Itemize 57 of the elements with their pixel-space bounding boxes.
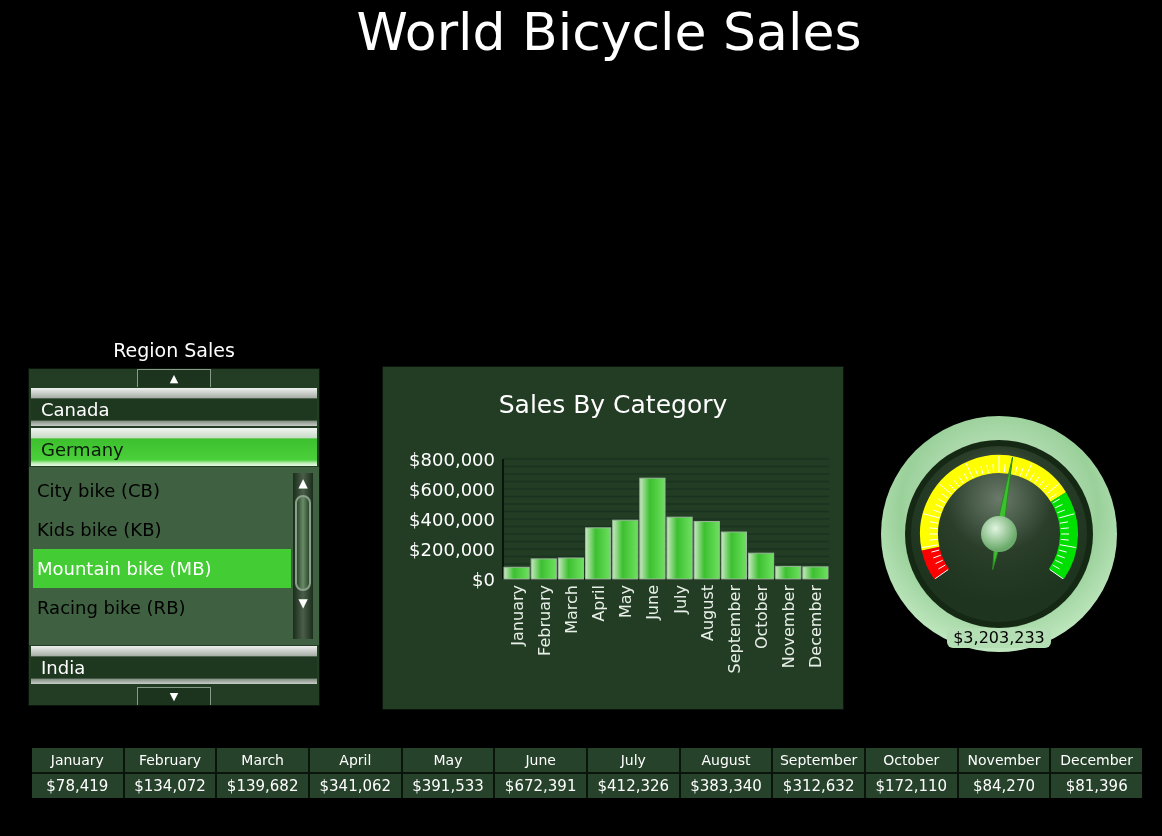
page-title: World Bicycle Sales [355, 1, 862, 64]
scrollbar-up-arrow[interactable]: ▲ [298, 473, 308, 493]
gauge-reading: $3,203,233 [947, 628, 1051, 648]
column-header: May [402, 748, 494, 772]
table-cell: $412,326 [588, 774, 679, 798]
x-tick-label: March [561, 585, 581, 634]
scroll-up-button[interactable]: ▲ [137, 369, 211, 387]
column-header: April [310, 748, 401, 772]
column-header: November [958, 748, 1050, 772]
table-cell: $84,270 [958, 774, 1050, 798]
scrollbar-thumb[interactable] [295, 495, 311, 591]
x-tick-label: May [616, 585, 636, 619]
region-header[interactable]: Germany [31, 428, 317, 466]
table-cell: $391,533 [402, 774, 494, 798]
x-tick-label: August [697, 585, 717, 641]
y-tick-label: $800,000 [409, 449, 495, 470]
table-cell: $139,682 [217, 774, 308, 798]
y-tick-label: $600,000 [409, 479, 495, 500]
y-tick-label: $200,000 [409, 539, 495, 560]
table-cell: $78,419 [32, 774, 123, 798]
x-tick-label: April [589, 585, 609, 622]
region-header[interactable]: Canada [31, 388, 317, 426]
x-tick-label: December [806, 585, 826, 668]
column-header: January [32, 748, 123, 772]
bar [802, 566, 829, 580]
panel-title: Region Sales [112, 338, 236, 363]
column-header: September [773, 748, 864, 772]
table-cell: $341,062 [310, 774, 401, 798]
x-tick-label: October [752, 585, 772, 650]
table-cell: $172,110 [866, 774, 957, 798]
scrollbar-down-arrow[interactable]: ▼ [298, 593, 308, 613]
column-header: December [1051, 748, 1142, 772]
column-header: February [124, 748, 216, 772]
chart-title: Sales By Category [498, 390, 728, 419]
y-tick-label: $400,000 [409, 509, 495, 530]
column-header: June [495, 748, 586, 772]
table-cell: $81,396 [1051, 774, 1142, 798]
x-tick-label: June [643, 585, 663, 620]
x-tick-label: February [534, 585, 554, 656]
region-header[interactable]: India [31, 646, 317, 684]
table-cell: $383,340 [680, 774, 772, 798]
table-cell: $312,632 [773, 774, 864, 798]
scroll-down-button[interactable]: ▼ [137, 687, 211, 705]
y-tick-label: $0 [472, 569, 495, 590]
x-tick-label: January [507, 585, 527, 646]
column-header: October [866, 748, 957, 772]
column-header: August [680, 748, 772, 772]
column-header: July [588, 748, 679, 772]
x-tick-label: November [779, 585, 799, 669]
table-cell: $672,391 [495, 774, 586, 798]
bar [693, 521, 720, 580]
x-tick-label: September [724, 585, 744, 674]
x-tick-label: July [670, 585, 690, 614]
table-cell: $134,072 [124, 774, 216, 798]
scrollbar[interactable]: ▲ ▼ [293, 473, 313, 639]
needle-hub [981, 516, 1017, 552]
column-header: March [217, 748, 308, 772]
